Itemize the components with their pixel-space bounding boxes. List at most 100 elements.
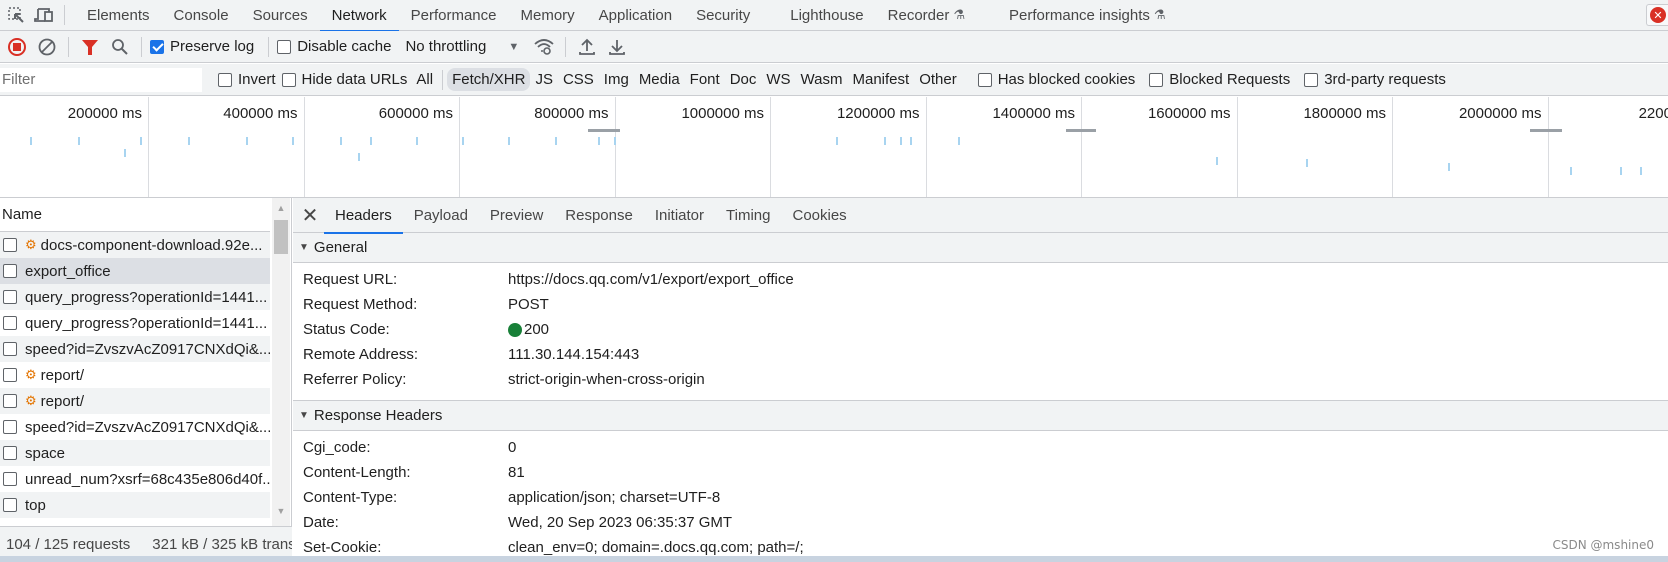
tick-label: 400000 ms <box>223 105 298 122</box>
filter-type-css[interactable]: CSS <box>558 68 599 91</box>
filter-type-img[interactable]: Img <box>599 68 634 91</box>
request-name: query_progress?operationId=1441... <box>25 314 268 332</box>
checkbox[interactable] <box>3 498 17 512</box>
checkbox[interactable] <box>218 72 232 87</box>
filter-toggle-button[interactable] <box>77 33 103 61</box>
disable-cache-checkbox[interactable]: Disable cache <box>277 38 391 55</box>
header-value: Wed, 20 Sep 2023 06:35:37 GMT <box>508 514 733 531</box>
request-row[interactable]: export_office <box>0 258 270 284</box>
tab-payload[interactable]: Payload <box>403 198 479 233</box>
third-party-requests-checkbox[interactable]: 3rd-party requests <box>1304 71 1446 88</box>
request-row[interactable]: top <box>0 492 270 518</box>
grid-line <box>148 97 149 197</box>
filter-type-js[interactable]: JS <box>530 68 558 91</box>
checkbox[interactable] <box>281 72 296 87</box>
stop-recording-button[interactable] <box>4 33 30 61</box>
request-row[interactable]: speed?id=ZvszvAcZ0917CNXdQi&... <box>0 336 270 362</box>
tab-cookies[interactable]: Cookies <box>781 198 857 233</box>
export-har-button[interactable] <box>604 33 630 61</box>
checkbox[interactable] <box>3 394 17 408</box>
scroll-thumb[interactable] <box>274 220 288 254</box>
response-headers-section-toggle[interactable]: ▼ Response Headers <box>293 401 1668 431</box>
network-conditions-button[interactable] <box>531 33 557 61</box>
tab-recorder[interactable]: Recorder ⚗ <box>876 0 977 31</box>
filter-type-manifest[interactable]: Manifest <box>848 68 915 91</box>
throttling-select[interactable]: No throttling ▼ <box>405 38 519 55</box>
checkbox[interactable] <box>3 316 17 330</box>
header-key: Status Code: <box>303 321 390 338</box>
checkbox-checked[interactable] <box>150 39 164 54</box>
tab-console[interactable]: Console <box>162 0 241 31</box>
tab-label: Cookies <box>792 206 847 224</box>
checkbox[interactable] <box>3 472 17 486</box>
checkbox[interactable] <box>3 342 17 356</box>
checkbox[interactable] <box>277 39 292 54</box>
column-header-name[interactable]: Name <box>0 198 270 232</box>
window-bottom-edge <box>0 556 1668 562</box>
request-row[interactable]: query_progress?operationId=1441... <box>0 310 270 336</box>
request-row[interactable]: ⚙ report/ <box>0 362 270 388</box>
error-close-button[interactable]: ✕ <box>1646 4 1668 26</box>
request-row[interactable]: ⚙ docs-component-download.92e... <box>0 232 270 258</box>
hide-data-urls-checkbox[interactable]: Hide data URLs <box>281 71 407 88</box>
tab-performance[interactable]: Performance <box>399 0 509 31</box>
tab-preview[interactable]: Preview <box>479 198 554 233</box>
tab-label: Network <box>331 6 387 24</box>
tab-headers[interactable]: Headers <box>324 198 403 234</box>
tab-elements[interactable]: Elements <box>75 0 162 31</box>
request-row[interactable]: query_progress?operationId=1441... <box>0 284 270 310</box>
filter-input[interactable] <box>0 67 202 92</box>
filter-type-other[interactable]: Other <box>914 68 962 91</box>
has-blocked-cookies-checkbox[interactable]: Has blocked cookies <box>977 71 1135 88</box>
inspect-element-icon[interactable] <box>2 0 30 31</box>
filter-type-font[interactable]: Font <box>685 68 725 91</box>
filter-type-media[interactable]: Media <box>634 68 685 91</box>
request-row[interactable]: speed?id=ZvszvAcZ0917CNXdQi&... <box>0 414 270 440</box>
blocked-requests-label: Blocked Requests <box>1169 71 1291 88</box>
checkbox[interactable] <box>3 420 17 434</box>
filter-type-wasm[interactable]: Wasm <box>796 68 848 91</box>
tab-performance-insights[interactable]: Performance insights ⚗ <box>997 0 1178 31</box>
import-har-button[interactable] <box>574 33 600 61</box>
checkbox[interactable] <box>3 368 17 382</box>
scroll-up-arrow-icon[interactable]: ▲ <box>272 203 290 217</box>
filter-type-all[interactable]: All <box>411 68 438 91</box>
tab-timing[interactable]: Timing <box>715 198 781 233</box>
clear-button[interactable] <box>34 33 60 61</box>
checkbox[interactable] <box>1304 72 1319 87</box>
search-button[interactable] <box>107 33 133 61</box>
request-row[interactable]: ⚙ report/ <box>0 388 270 414</box>
filter-type-doc[interactable]: Doc <box>725 68 762 91</box>
filter-type-fetch-xhr[interactable]: Fetch/XHR <box>447 68 531 91</box>
blocked-requests-checkbox[interactable]: Blocked Requests <box>1149 71 1290 88</box>
invert-checkbox[interactable]: Invert <box>218 71 276 88</box>
scroll-down-arrow-icon[interactable]: ▼ <box>272 506 290 520</box>
tab-initiator[interactable]: Initiator <box>644 198 715 233</box>
device-toolbar-icon[interactable] <box>30 0 58 31</box>
tab-application[interactable]: Application <box>587 0 684 31</box>
tab-network[interactable]: Network <box>319 0 399 32</box>
request-timeline-mark <box>598 137 600 145</box>
filter-type-ws[interactable]: WS <box>761 68 795 91</box>
request-timeline-mark <box>340 137 342 145</box>
tab-memory[interactable]: Memory <box>509 0 587 31</box>
checkbox[interactable] <box>3 446 17 460</box>
checkbox[interactable] <box>977 72 992 87</box>
request-name: report/ <box>40 366 85 384</box>
request-row[interactable]: unread_num?xsrf=68c435e806d40f... <box>0 466 270 492</box>
preserve-log-checkbox[interactable]: Preserve log <box>150 38 254 55</box>
checkbox[interactable] <box>3 264 17 278</box>
tab-sources[interactable]: Sources <box>241 0 320 31</box>
tab-security[interactable]: Security <box>684 0 762 31</box>
tab-response[interactable]: Response <box>554 198 644 233</box>
request-row[interactable]: space <box>0 440 270 466</box>
checkbox[interactable] <box>3 238 17 252</box>
close-details-icon[interactable]: ✕ <box>296 203 324 228</box>
tab-lighthouse[interactable]: Lighthouse <box>778 0 875 31</box>
checkbox[interactable] <box>3 290 17 304</box>
checkbox[interactable] <box>1149 72 1164 87</box>
request-list-scrollbar[interactable]: ▲ ▼ <box>272 198 290 526</box>
general-section-toggle[interactable]: ▼ General <box>293 233 1668 263</box>
network-overview-timeline[interactable]: 200000 ms 400000 ms 600000 ms 800000 ms 1000… <box>0 97 1668 198</box>
header-value-wrap: 0 <box>508 439 516 456</box>
